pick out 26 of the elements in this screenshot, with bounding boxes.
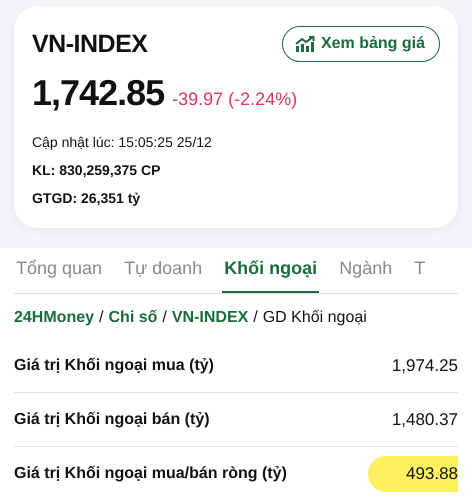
tab[interactable]: Khối ngoại xyxy=(222,248,320,293)
row-value: 493.88 xyxy=(368,456,458,492)
index-symbol: VN-INDEX xyxy=(32,30,148,58)
row-value: 1,974.25 xyxy=(390,354,458,376)
breadcrumb-link[interactable]: 24HMoney xyxy=(14,309,94,326)
row-label: Giá trị Khối ngoại mua (tỷ) xyxy=(14,356,214,374)
breadcrumb-separator: / xyxy=(162,309,167,326)
row-value: 1,480.37 xyxy=(390,408,458,430)
row-label: Giá trị Khối ngoại mua/bán ròng (tỷ) xyxy=(14,464,287,482)
chart-up-icon xyxy=(294,36,315,52)
tab[interactable]: Ngành xyxy=(337,248,394,293)
tab[interactable]: Tổng quan xyxy=(14,248,104,293)
breadcrumb-separator: / xyxy=(253,309,258,326)
breadcrumb-separator: / xyxy=(99,309,104,326)
breadcrumb-current: GD Khối ngoại xyxy=(262,309,367,326)
breadcrumb-link[interactable]: Chi số xyxy=(108,309,158,326)
price-change: -39.97 (-2.24%) xyxy=(172,89,298,110)
trade-value-text: GTGD: 26,351 tỷ xyxy=(32,190,142,206)
index-price: 1,742.85 xyxy=(32,72,164,114)
breadcrumb-link[interactable]: VN-INDEX xyxy=(172,309,248,326)
row-label: Giá trị Khối ngoại bán (tỷ) xyxy=(14,410,210,428)
update-time: Cập nhật lúc: 15:05:25 25/12 xyxy=(32,134,213,150)
tab[interactable]: T xyxy=(412,248,428,293)
volume-text: KL: 830,259,375 CP xyxy=(32,162,162,178)
tab[interactable]: Tự doanh xyxy=(122,248,204,293)
price-board-button[interactable]: Xem bảng giá xyxy=(282,26,440,62)
